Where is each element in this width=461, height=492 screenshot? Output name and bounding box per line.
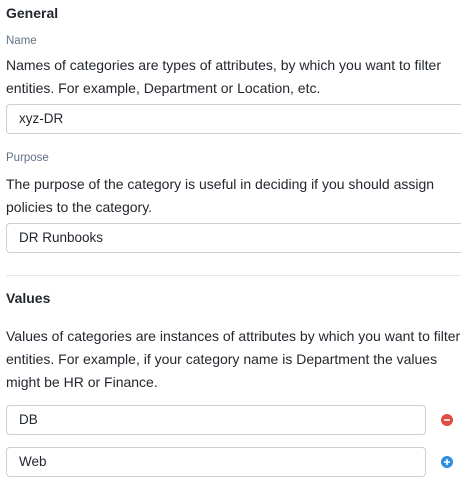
- name-input[interactable]: xyz-DR: [6, 104, 461, 134]
- category-form: General Name Names of categories are typ…: [0, 0, 461, 492]
- value-input-db[interactable]: DB: [6, 405, 426, 435]
- purpose-input[interactable]: DR Runbooks: [6, 223, 461, 253]
- add-icon[interactable]: [441, 456, 453, 468]
- section-divider: [6, 275, 461, 276]
- value-input-web[interactable]: Web: [6, 447, 426, 477]
- purpose-label: Purpose: [6, 152, 49, 164]
- values-description: Values of categories are instances of at…: [6, 328, 461, 390]
- remove-icon[interactable]: [441, 414, 453, 426]
- general-section-title: General: [6, 5, 59, 21]
- name-label: Name: [6, 35, 37, 47]
- name-description: Names of categories are types of attribu…: [6, 57, 441, 96]
- values-section-title: Values: [6, 290, 51, 306]
- purpose-description: The purpose of the category is useful in…: [6, 176, 435, 215]
